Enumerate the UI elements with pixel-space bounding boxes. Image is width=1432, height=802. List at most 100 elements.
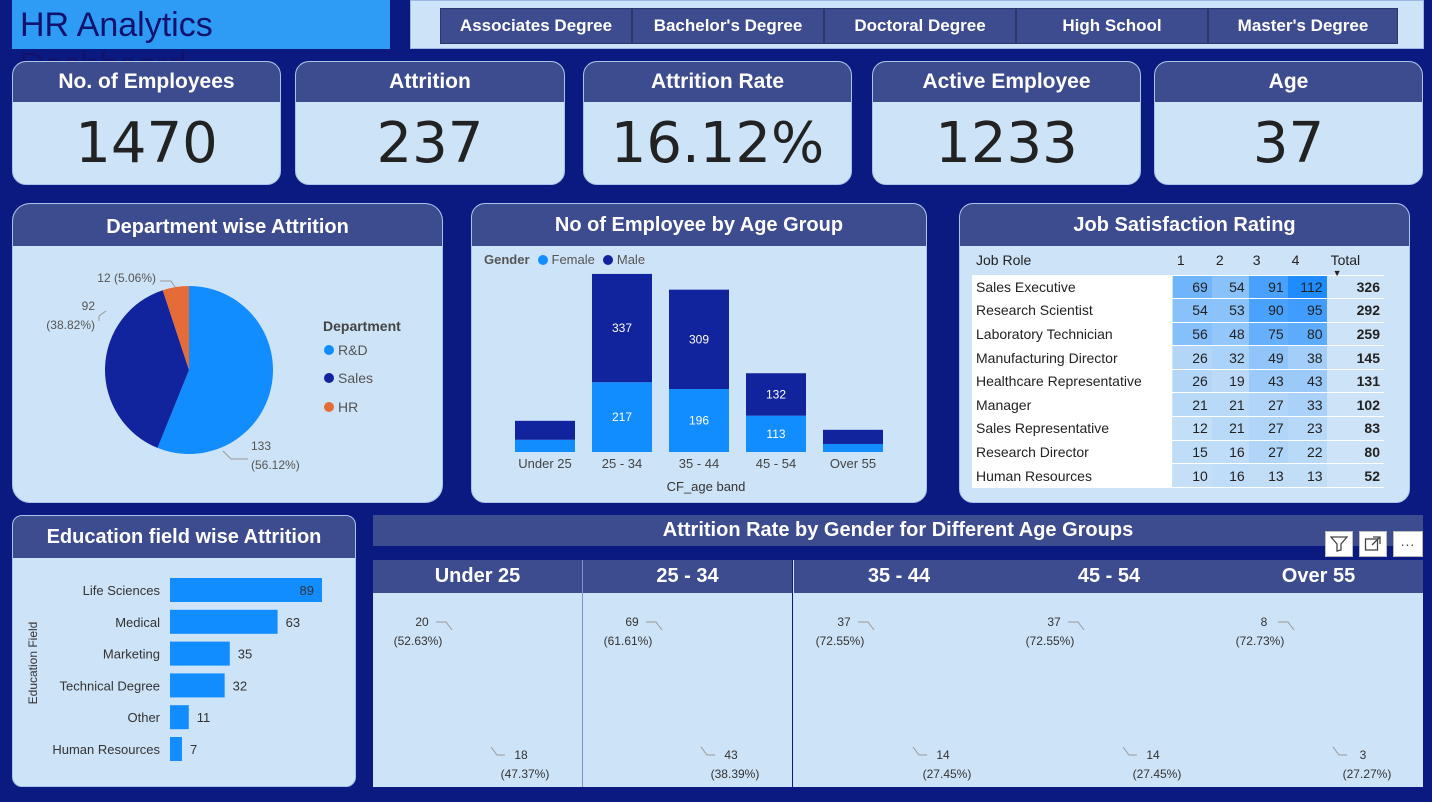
rating-cell: 69 [1172, 275, 1212, 300]
rating-cell: 26 [1172, 345, 1212, 370]
data-label: (61.61%) [604, 634, 653, 648]
age-group-bar-chart[interactable]: Under 25 217 337 25 - 34 196 309 35 - 44 113 132… [472, 246, 927, 503]
data-label: (27.45%) [923, 767, 972, 781]
panel-title: Job Satisfaction Rating [960, 204, 1409, 246]
table-row[interactable]: Healthcare Representative 26 19 43 43 131 [972, 369, 1384, 394]
data-label: 337 [612, 321, 632, 335]
more-options-icon[interactable]: ... [1393, 531, 1423, 557]
total-cell: 326 [1326, 275, 1384, 300]
data-label: 14 [1146, 748, 1160, 762]
col-header-3[interactable]: 3 [1248, 245, 1288, 276]
job-role-cell: Research Scientist [972, 298, 1174, 323]
leader-line [1332, 746, 1347, 756]
kpi-value: 1470 [75, 111, 218, 176]
job-role-cell: Sales Executive [972, 275, 1174, 300]
slicer-high-school[interactable]: High School [1016, 8, 1208, 44]
rating-cell: 21 [1211, 416, 1249, 441]
total-cell: 145 [1326, 345, 1384, 370]
slicer-bachelors-degree[interactable]: Bachelor's Degree [632, 8, 824, 44]
data-label: 63 [286, 615, 300, 630]
slicer-doctoral-degree[interactable]: Doctoral Degree [824, 8, 1016, 44]
gender-donut-charts[interactable]: 20 (52.63%) 18 (47.37%) 69 (61.61%) 43 (38.39%)… [373, 593, 1423, 787]
table-row[interactable]: Laboratory Technician 56 48 75 80 259 [972, 322, 1384, 347]
donut-title-25-34: 25 - 34 [583, 560, 792, 593]
table-row[interactable]: Manufacturing Director 26 32 49 38 145 [972, 345, 1384, 370]
job-role-cell: Sales Representative [972, 416, 1174, 441]
rating-cell: 16 [1211, 440, 1249, 465]
data-label: 8 [1261, 615, 1268, 629]
kpi-value: 37 [1252, 111, 1325, 176]
focus-mode-icon[interactable] [1359, 531, 1387, 557]
table-row[interactable]: Human Resources 10 16 13 13 52 [972, 463, 1384, 488]
bar-female [823, 443, 883, 452]
table-row[interactable]: Sales Executive 69 54 91 112 326 [972, 275, 1384, 300]
donut-grid: Under 25 25 - 34 35 - 44 45 - 54 Over 55… [373, 560, 1423, 787]
education-slicer: Associates Degree Bachelor's Degree Doct… [410, 0, 1424, 49]
data-label: (72.73%) [1236, 634, 1285, 648]
col-header-total-label: Total [1330, 251, 1361, 268]
table-row[interactable]: Manager 21 21 27 33 102 [972, 392, 1384, 418]
col-header-1[interactable]: 1 [1172, 245, 1212, 276]
data-label: 113 [766, 427, 785, 441]
data-label: 7 [190, 742, 197, 757]
col-header-2[interactable]: 2 [1211, 245, 1249, 276]
age-group-panel: No of Employee by Age Group Gender Femal… [471, 203, 927, 503]
leader-line [912, 746, 927, 756]
legend-item-rd[interactable]: R&D [324, 342, 368, 358]
legend-dot [324, 373, 334, 383]
filter-icon[interactable] [1325, 531, 1353, 557]
bar-female [515, 439, 575, 452]
x-tick-label: Over 55 [830, 456, 876, 471]
rating-cell: 56 [1172, 322, 1212, 347]
data-label: (38.82%) [46, 318, 95, 332]
department-pie-chart[interactable]: 133 (56.12%) 92 (38.82%) 12 (5.06%) [13, 246, 443, 503]
rating-cell: 21 [1211, 392, 1249, 418]
job-satisfaction-matrix[interactable]: Job Role 1 2 3 4 Total ▼ Sales Executive 6… [972, 245, 1384, 488]
data-label: (27.45%) [1133, 767, 1182, 781]
rating-cell: 27 [1248, 440, 1288, 465]
rating-cell: 53 [1211, 298, 1249, 323]
kpi-label: Attrition Rate [584, 62, 851, 102]
data-label: (72.55%) [816, 634, 865, 648]
rating-cell: 15 [1172, 440, 1212, 465]
data-label: 20 [415, 615, 429, 629]
data-label: 43 [724, 748, 738, 762]
col-header-4[interactable]: 4 [1287, 245, 1327, 276]
bar-education-field [170, 737, 182, 761]
sort-descending-icon: ▼ [1332, 267, 1342, 278]
rating-cell: 38 [1287, 345, 1327, 370]
data-label: 69 [625, 615, 639, 629]
leader-line [160, 280, 176, 288]
data-label: 3 [1360, 748, 1367, 762]
total-cell: 80 [1326, 440, 1384, 465]
data-label: (38.39%) [711, 767, 760, 781]
department-attrition-panel: Department wise Attrition 133 (56.12%) 92 (… [12, 203, 443, 503]
rating-cell: 95 [1287, 298, 1327, 323]
slicer-associates-degree[interactable]: Associates Degree [440, 8, 632, 44]
col-header-job-role[interactable]: Job Role [972, 245, 1173, 276]
bar-education-field [170, 673, 225, 698]
leader-line [700, 746, 715, 756]
x-tick-label: 45 - 54 [756, 456, 796, 471]
data-label: 217 [612, 410, 632, 424]
panel-title: Attrition Rate by Gender for Different A… [373, 515, 1423, 546]
table-row[interactable]: Research Director 15 16 27 22 80 [972, 440, 1384, 465]
y-tick-label: Life Sciences [83, 583, 161, 598]
y-tick-label: Technical Degree [60, 678, 160, 693]
education-field-bar-chart[interactable]: Life Sciences 89 Medical 63 Marketing 35 Techn… [13, 558, 356, 787]
rating-cell: 33 [1287, 392, 1327, 418]
legend-item-hr[interactable]: HR [324, 399, 358, 415]
total-cell: 292 [1326, 298, 1384, 323]
x-tick-label: Under 25 [518, 456, 571, 471]
donut-title-35-44: 35 - 44 [794, 560, 1004, 593]
kpi-value: 16.12% [610, 111, 825, 176]
slicer-masters-degree[interactable]: Master's Degree [1208, 8, 1398, 44]
table-row[interactable]: Research Scientist 54 53 90 95 292 [972, 298, 1384, 323]
col-header-total[interactable]: Total ▼ [1326, 245, 1384, 278]
table-row[interactable]: Sales Representative 12 21 27 23 83 [972, 416, 1384, 441]
x-axis-label: CF_age band [667, 479, 746, 494]
legend-item-sales[interactable]: Sales [324, 370, 373, 386]
total-cell: 102 [1326, 392, 1384, 418]
rating-cell: 22 [1287, 440, 1327, 465]
panel-title: No of Employee by Age Group [472, 204, 926, 246]
